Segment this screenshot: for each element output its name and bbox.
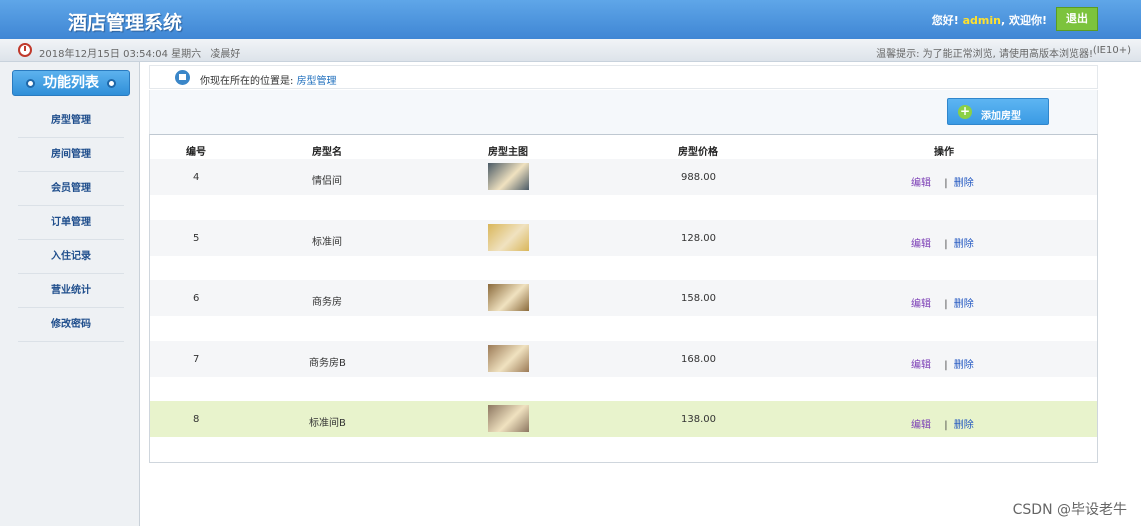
table-row: 5 标准间 128.00 编辑 | 删除 <box>150 220 1097 256</box>
table-row: 4 情侣间 988.00 编辑 | 删除 <box>150 159 1097 195</box>
add-room-type-label: 添加房型 <box>981 111 1021 122</box>
column-header-name: 房型名 <box>312 147 342 158</box>
edit-link[interactable]: 编辑 <box>911 360 931 371</box>
edit-link[interactable]: 编辑 <box>911 299 931 310</box>
action-separator: | <box>944 239 948 250</box>
cell-id: 6 <box>193 293 200 304</box>
plus-icon: + <box>958 104 972 119</box>
edit-link[interactable]: 编辑 <box>911 178 931 189</box>
cell-price: 158.00 <box>681 293 716 304</box>
column-header-price: 房型价格 <box>678 147 718 158</box>
cell-name: 标准间 <box>312 237 342 248</box>
period-greeting: 凌晨好 <box>210 49 241 60</box>
logout-button[interactable]: 退出 <box>1056 7 1098 31</box>
edit-link[interactable]: 编辑 <box>911 239 931 250</box>
breadcrumb-text: 你现在所在的位置是: 房型管理 <box>200 72 337 87</box>
row-actions: 编辑 | 删除 <box>911 174 974 189</box>
column-header-image: 房型主图 <box>488 147 528 158</box>
datetime-display: 2018年12月15日 03:54:04 星期六 凌晨好 <box>39 45 240 60</box>
row-actions: 编辑 | 删除 <box>911 416 974 431</box>
room-thumbnail <box>488 345 529 372</box>
sidebar-item-statistics[interactable]: 营业统计 <box>18 274 124 308</box>
greeting-prefix: 您好! <box>931 14 959 27</box>
delete-link[interactable]: 删除 <box>954 178 974 189</box>
home-icon <box>175 70 190 85</box>
edit-link[interactable]: 编辑 <box>911 420 931 431</box>
column-header-id: 编号 <box>186 147 206 158</box>
add-room-type-button[interactable]: + 添加房型 <box>947 98 1049 125</box>
delete-link[interactable]: 删除 <box>954 299 974 310</box>
table-row: 8 标准间B 138.00 编辑 | 删除 <box>150 401 1097 437</box>
delete-link[interactable]: 删除 <box>954 239 974 250</box>
watermark: CSDN @毕设老牛 <box>1012 502 1127 518</box>
cell-price: 168.00 <box>681 354 716 365</box>
room-thumbnail <box>488 224 529 251</box>
delete-link[interactable]: 删除 <box>954 360 974 371</box>
bullet-icon <box>26 79 35 88</box>
breadcrumb-prefix: 你现在所在的位置是: <box>200 76 294 87</box>
room-type-table: 编号 房型名 房型主图 房型价格 操作 4 情侣间 988.00 编辑 | 删除… <box>149 134 1098 463</box>
sidebar: 功能列表 房型管理 房间管理 会员管理 订单管理 入住记录 营业统计 修改密码 <box>0 62 140 526</box>
breadcrumb: 你现在所在的位置是: 房型管理 <box>149 65 1098 89</box>
greeting-suffix: , 欢迎你! <box>1000 14 1047 27</box>
column-header-actions: 操作 <box>934 147 954 158</box>
sidebar-item-room-types[interactable]: 房型管理 <box>18 104 124 138</box>
sidebar-heading-label: 功能列表 <box>43 75 99 91</box>
sidebar-item-change-password[interactable]: 修改密码 <box>18 308 124 342</box>
cell-id: 5 <box>193 233 200 244</box>
row-actions: 编辑 | 删除 <box>911 356 974 371</box>
table-row: 7 商务房B 168.00 编辑 | 删除 <box>150 341 1097 377</box>
cell-price: 988.00 <box>681 172 716 183</box>
cell-price: 128.00 <box>681 233 716 244</box>
room-thumbnail <box>488 163 529 190</box>
cell-name: 标准间B <box>309 418 346 429</box>
cell-id: 8 <box>193 414 200 425</box>
status-bar: 2018年12月15日 03:54:04 星期六 凌晨好 温馨提示: 为了能正常… <box>0 39 1141 62</box>
datetime-text: 2018年12月15日 03:54:04 星期六 <box>39 49 202 60</box>
action-separator: | <box>944 178 948 189</box>
username: admin <box>962 14 1001 27</box>
cell-name: 商务房 <box>312 297 342 308</box>
sidebar-menu: 房型管理 房间管理 会员管理 订单管理 入住记录 营业统计 修改密码 <box>18 104 124 342</box>
sidebar-item-rooms[interactable]: 房间管理 <box>18 138 124 172</box>
cell-name: 商务房B <box>309 358 346 369</box>
cell-id: 4 <box>193 172 200 183</box>
action-separator: | <box>944 360 948 371</box>
cell-id: 7 <box>193 354 200 365</box>
room-thumbnail <box>488 405 529 432</box>
sidebar-item-orders[interactable]: 订单管理 <box>18 206 124 240</box>
app-title: 酒店管理系统 <box>68 12 183 34</box>
action-separator: | <box>944 420 948 431</box>
table-row: 6 商务房 158.00 编辑 | 删除 <box>150 280 1097 316</box>
room-thumbnail <box>488 284 529 311</box>
clock-icon <box>18 43 32 57</box>
delete-link[interactable]: 删除 <box>954 420 974 431</box>
ie-note: (IE10+) <box>1092 45 1131 56</box>
toolbar: + 添加房型 <box>149 90 1098 134</box>
action-separator: | <box>944 299 948 310</box>
sidebar-heading: 功能列表 <box>12 70 130 96</box>
row-actions: 编辑 | 删除 <box>911 235 974 250</box>
bullet-icon <box>107 79 116 88</box>
breadcrumb-current[interactable]: 房型管理 <box>297 76 337 87</box>
greeting: 您好! admin, 欢迎你! <box>932 12 1047 28</box>
app-header: 酒店管理系统 您好! admin, 欢迎你! 退出 <box>0 0 1141 39</box>
browser-tip: 温馨提示: 为了能正常浏览, 请使用高版本浏览器! <box>876 49 1093 60</box>
cell-name: 情侣间 <box>312 176 342 187</box>
row-actions: 编辑 | 删除 <box>911 295 974 310</box>
cell-price: 138.00 <box>681 414 716 425</box>
sidebar-item-members[interactable]: 会员管理 <box>18 172 124 206</box>
sidebar-item-checkins[interactable]: 入住记录 <box>18 240 124 274</box>
